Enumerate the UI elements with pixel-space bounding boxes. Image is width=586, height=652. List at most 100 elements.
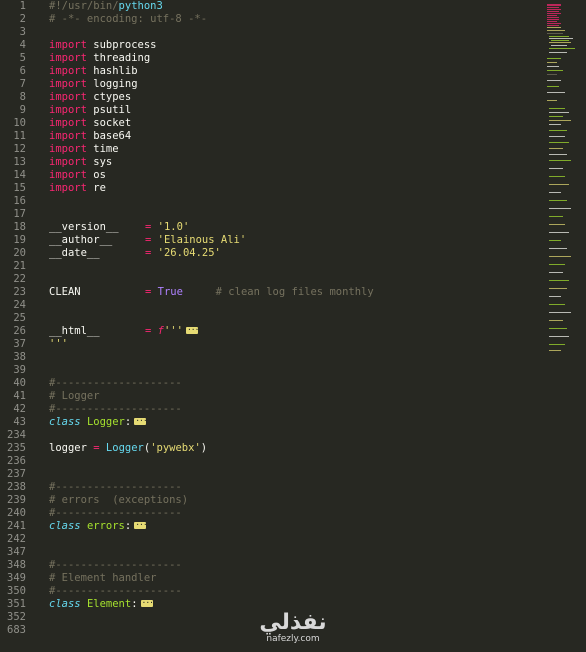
- minimap-line: [549, 130, 567, 131]
- fold-marker-icon[interactable]: [134, 520, 147, 529]
- import-line[interactable]: import os: [49, 169, 539, 182]
- module-name: hashlib: [93, 65, 138, 77]
- class-name-element: Element: [86, 598, 132, 610]
- minimap-line: [549, 256, 571, 257]
- code-line[interactable]: [49, 260, 539, 273]
- line-number: 350: [7, 585, 26, 597]
- code-line[interactable]: CLEAN = True # clean log files monthly: [49, 286, 539, 299]
- class-definition-line[interactable]: class Logger:: [49, 416, 539, 429]
- module-name: logging: [93, 78, 138, 90]
- code-line[interactable]: __html__ = f''': [49, 325, 539, 338]
- minimap-line: [547, 19, 559, 20]
- code-line[interactable]: [49, 208, 539, 221]
- import-line[interactable]: import socket: [49, 117, 539, 130]
- watermark: نفذلي nafezly.com: [0, 612, 586, 645]
- line-number: 3: [19, 26, 26, 38]
- minimap-line: [547, 27, 561, 28]
- author-value: 'Elainous Ali': [157, 234, 247, 246]
- minimap-line: [549, 280, 569, 281]
- code-editor[interactable]: 1 2 3 4 5 6 7 8 9 10 11 12 13 14 15 16 17 18 19 20 21 22 23 24 2…: [0, 0, 586, 652]
- minimap-line: [549, 168, 563, 169]
- minimap-line: [547, 13, 561, 14]
- class-keyword: class: [49, 520, 81, 532]
- code-line[interactable]: __version__ = '1.0': [49, 221, 539, 234]
- module-name: socket: [93, 117, 132, 129]
- fold-marker-icon[interactable]: [140, 598, 153, 607]
- code-line[interactable]: #--------------------: [49, 585, 539, 598]
- code-line[interactable]: [49, 429, 539, 442]
- import-line[interactable]: import logging: [49, 78, 539, 91]
- code-line[interactable]: [49, 468, 539, 481]
- module-name: psutil: [93, 104, 132, 116]
- code-line[interactable]: [49, 273, 539, 286]
- import-line[interactable]: import re: [49, 182, 539, 195]
- minimap-line: [549, 124, 561, 125]
- code-line[interactable]: #--------------------: [49, 507, 539, 520]
- code-line[interactable]: [49, 546, 539, 559]
- code-line[interactable]: logger = Logger('pywebx'): [49, 442, 539, 455]
- line-number: 22: [13, 273, 26, 285]
- import-line[interactable]: import psutil: [49, 104, 539, 117]
- code-line[interactable]: #--------------------: [49, 481, 539, 494]
- import-line[interactable]: import base64: [49, 130, 539, 143]
- line-number: 37: [13, 338, 26, 350]
- triple-quote: ''': [163, 325, 183, 337]
- class-definition-line[interactable]: class errors:: [49, 520, 539, 533]
- line-number: 242: [7, 533, 26, 545]
- import-line[interactable]: import threading: [49, 52, 539, 65]
- code-line[interactable]: __author__ = 'Elainous Ali': [49, 234, 539, 247]
- minimap-line: [547, 62, 557, 63]
- minimap-line: [547, 86, 559, 87]
- code-line[interactable]: #!/usr/bin/python3: [49, 0, 539, 13]
- import-line[interactable]: import sys: [49, 156, 539, 169]
- code-line[interactable]: [49, 26, 539, 39]
- code-line[interactable]: # Logger: [49, 390, 539, 403]
- version-value: '1.0': [157, 221, 190, 233]
- code-line[interactable]: # errors (exceptions): [49, 494, 539, 507]
- module-name: re: [93, 182, 106, 194]
- code-line[interactable]: # -*- encoding: utf-8 -*-: [49, 13, 539, 26]
- fold-marker-icon[interactable]: [185, 325, 198, 334]
- shebang-prefix: #!/usr/bin/: [49, 0, 119, 12]
- code-line[interactable]: ''': [49, 338, 539, 351]
- code-line[interactable]: [49, 455, 539, 468]
- code-line[interactable]: [49, 533, 539, 546]
- line-number: 23: [13, 286, 26, 298]
- minimap-line: [549, 108, 565, 109]
- code-line[interactable]: [49, 312, 539, 325]
- import-line[interactable]: import time: [49, 143, 539, 156]
- code-line[interactable]: [49, 195, 539, 208]
- minimap-line: [549, 42, 571, 43]
- line-number: 7: [19, 78, 26, 90]
- import-line[interactable]: import subprocess: [49, 39, 539, 52]
- line-number: 2: [19, 13, 26, 25]
- fold-marker-icon[interactable]: [134, 416, 147, 425]
- line-number: 21: [13, 260, 26, 272]
- code-line[interactable]: #--------------------: [49, 403, 539, 416]
- code-line[interactable]: #--------------------: [49, 559, 539, 572]
- assign-operator: =: [145, 221, 152, 233]
- line-number: 237: [7, 468, 26, 480]
- code-line[interactable]: [49, 351, 539, 364]
- minimap-line: [549, 36, 569, 37]
- line-number: 348: [7, 559, 26, 571]
- code-line[interactable]: __date__ = '26.04.25': [49, 247, 539, 260]
- shebang-interpreter: python3: [118, 0, 163, 12]
- dunder-html: __html__: [49, 325, 100, 337]
- watermark-arabic: نفذلي: [259, 610, 327, 635]
- minimap-line: [547, 5, 561, 6]
- import-line[interactable]: import ctypes: [49, 91, 539, 104]
- module-name: sys: [93, 156, 113, 168]
- dunder-author: __author__: [49, 234, 113, 246]
- line-number: 234: [7, 429, 26, 441]
- minimap[interactable]: [546, 0, 586, 355]
- minimap-line: [549, 232, 569, 233]
- code-line[interactable]: [49, 364, 539, 377]
- line-number: 14: [13, 169, 26, 181]
- import-line[interactable]: import hashlib: [49, 65, 539, 78]
- line-number: 39: [13, 364, 26, 376]
- code-line[interactable]: [49, 299, 539, 312]
- code-area[interactable]: #!/usr/bin/python3 # -*- encoding: utf-8…: [49, 0, 539, 652]
- code-line[interactable]: #--------------------: [49, 377, 539, 390]
- code-line[interactable]: # Element handler: [49, 572, 539, 585]
